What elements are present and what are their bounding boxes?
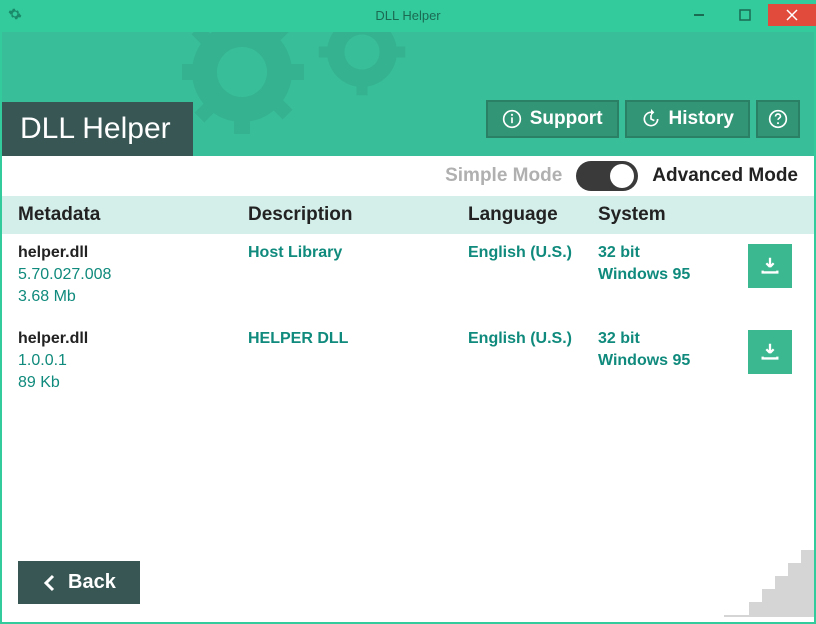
header-buttons: Support History [486, 100, 814, 156]
dll-description: Host Library [248, 244, 468, 262]
table-row: helper.dll 1.0.0.1 89 Kb HELPER DLL Engl… [2, 320, 814, 406]
dll-name: helper.dll [18, 244, 248, 262]
cell-description: HELPER DLL [248, 330, 468, 392]
history-label: History [669, 108, 734, 130]
dll-size: 89 Kb [18, 374, 248, 392]
col-header-description: Description [248, 204, 468, 226]
minimize-button[interactable] [676, 4, 722, 26]
app-frame: DLL Helper Support History Simple Mode A… [0, 30, 816, 624]
close-button[interactable] [768, 4, 816, 26]
window-title: DLL Helper [375, 8, 440, 23]
download-icon [759, 255, 781, 277]
cell-system: 32 bit Windows 95 [598, 330, 748, 392]
help-button[interactable] [756, 100, 800, 138]
dll-version: 5.70.027.008 [18, 266, 248, 284]
download-button[interactable] [748, 330, 792, 374]
simple-mode-label: Simple Mode [445, 165, 562, 187]
history-button[interactable]: History [625, 100, 750, 138]
back-button[interactable]: Back [18, 561, 140, 604]
toggle-knob [610, 164, 634, 188]
question-icon [768, 109, 788, 129]
dll-bit: 32 bit [598, 330, 748, 348]
table-header: Metadata Description Language System [2, 196, 814, 234]
mode-toggle[interactable] [576, 161, 638, 191]
cell-metadata: helper.dll 1.0.0.1 89 Kb [18, 330, 248, 392]
watermark-stairs [724, 537, 814, 622]
footer: Back [2, 547, 814, 622]
gear-icon [8, 7, 22, 24]
table-body: helper.dll 5.70.027.008 3.68 Mb Host Lib… [2, 234, 814, 547]
col-header-metadata: Metadata [18, 204, 248, 226]
mode-bar: Simple Mode Advanced Mode [2, 156, 814, 196]
dll-size: 3.68 Mb [18, 288, 248, 306]
cell-language: English (U.S.) [468, 244, 598, 306]
dll-bit: 32 bit [598, 244, 748, 262]
history-icon [641, 109, 661, 129]
dll-name: helper.dll [18, 330, 248, 348]
app-logo: DLL Helper [2, 102, 193, 156]
advanced-mode-label: Advanced Mode [652, 165, 798, 187]
cell-language: English (U.S.) [468, 330, 598, 392]
info-icon [502, 109, 522, 129]
chevron-left-icon [42, 574, 56, 592]
cell-description: Host Library [248, 244, 468, 306]
download-button[interactable] [748, 244, 792, 288]
dll-version: 1.0.0.1 [18, 352, 248, 370]
support-button[interactable]: Support [486, 100, 619, 138]
dll-os: Windows 95 [598, 266, 748, 284]
window-controls [676, 4, 816, 26]
table-row: helper.dll 5.70.027.008 3.68 Mb Host Lib… [2, 234, 814, 320]
support-label: Support [530, 108, 603, 130]
header-decoration [182, 32, 502, 156]
back-label: Back [68, 571, 116, 594]
dll-language: English (U.S.) [468, 330, 598, 348]
cell-download [748, 244, 798, 306]
dll-language: English (U.S.) [468, 244, 598, 262]
cell-download [748, 330, 798, 392]
maximize-button[interactable] [722, 4, 768, 26]
app-header: DLL Helper Support History [2, 32, 814, 156]
col-header-system: System [598, 204, 748, 226]
dll-os: Windows 95 [598, 352, 748, 370]
titlebar: DLL Helper [0, 0, 816, 30]
cell-system: 32 bit Windows 95 [598, 244, 748, 306]
col-header-language: Language [468, 204, 598, 226]
dll-description: HELPER DLL [248, 330, 468, 348]
cell-metadata: helper.dll 5.70.027.008 3.68 Mb [18, 244, 248, 306]
download-icon [759, 341, 781, 363]
